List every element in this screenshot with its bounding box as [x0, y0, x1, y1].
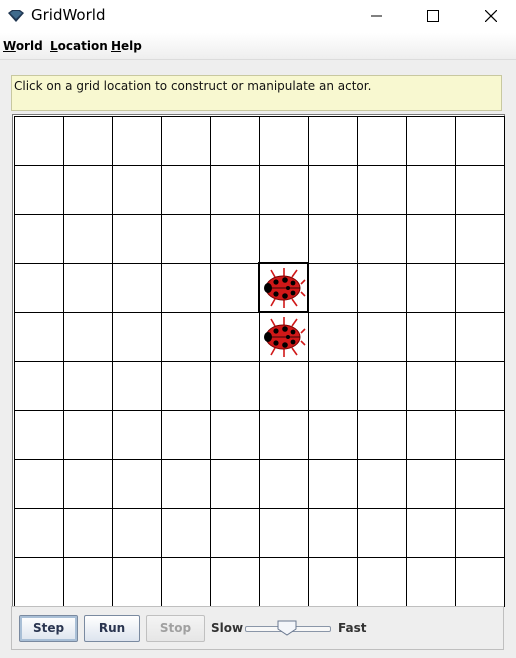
menu-world-rest: orld	[15, 39, 43, 53]
speed-slider-thumb[interactable]	[277, 620, 297, 636]
slow-label: Slow	[211, 621, 244, 635]
ladybug-icon[interactable]	[261, 265, 307, 311]
menu-bar: World Location Help	[0, 33, 516, 60]
run-button[interactable]: Run	[84, 615, 140, 642]
stop-button[interactable]: Stop	[146, 615, 205, 642]
menu-world-mnemonic: W	[3, 39, 16, 53]
title-bar[interactable]: GridWorld	[0, 0, 516, 33]
menu-help-rest: elp	[121, 39, 142, 53]
menu-help-mnemonic: H	[111, 39, 122, 53]
ladybug-icon[interactable]	[261, 314, 307, 360]
minimize-icon	[371, 15, 382, 17]
menu-world[interactable]: World	[3, 39, 43, 53]
menu-location-rest: ocation	[57, 39, 108, 53]
fast-label: Fast	[338, 621, 367, 635]
grid[interactable]	[14, 116, 505, 607]
close-icon	[485, 10, 497, 22]
menu-help[interactable]: Help	[111, 39, 142, 53]
close-button[interactable]	[468, 0, 514, 33]
message-area: Click on a grid location to construct or…	[11, 75, 502, 111]
main-panel: Click on a grid location to construct or…	[0, 60, 516, 658]
control-panel: Step Run Stop Slow Fast	[11, 606, 504, 650]
maximize-button[interactable]	[410, 0, 456, 33]
menu-location-mnemonic: L	[50, 39, 58, 53]
gridworld-diamond-icon	[8, 10, 24, 22]
minimize-button[interactable]	[354, 0, 400, 33]
step-button[interactable]: Step	[19, 615, 78, 642]
grid-panel[interactable]	[12, 114, 505, 607]
menu-location[interactable]: Location	[50, 39, 108, 53]
window-title: GridWorld	[31, 6, 106, 24]
maximize-icon	[427, 10, 439, 22]
